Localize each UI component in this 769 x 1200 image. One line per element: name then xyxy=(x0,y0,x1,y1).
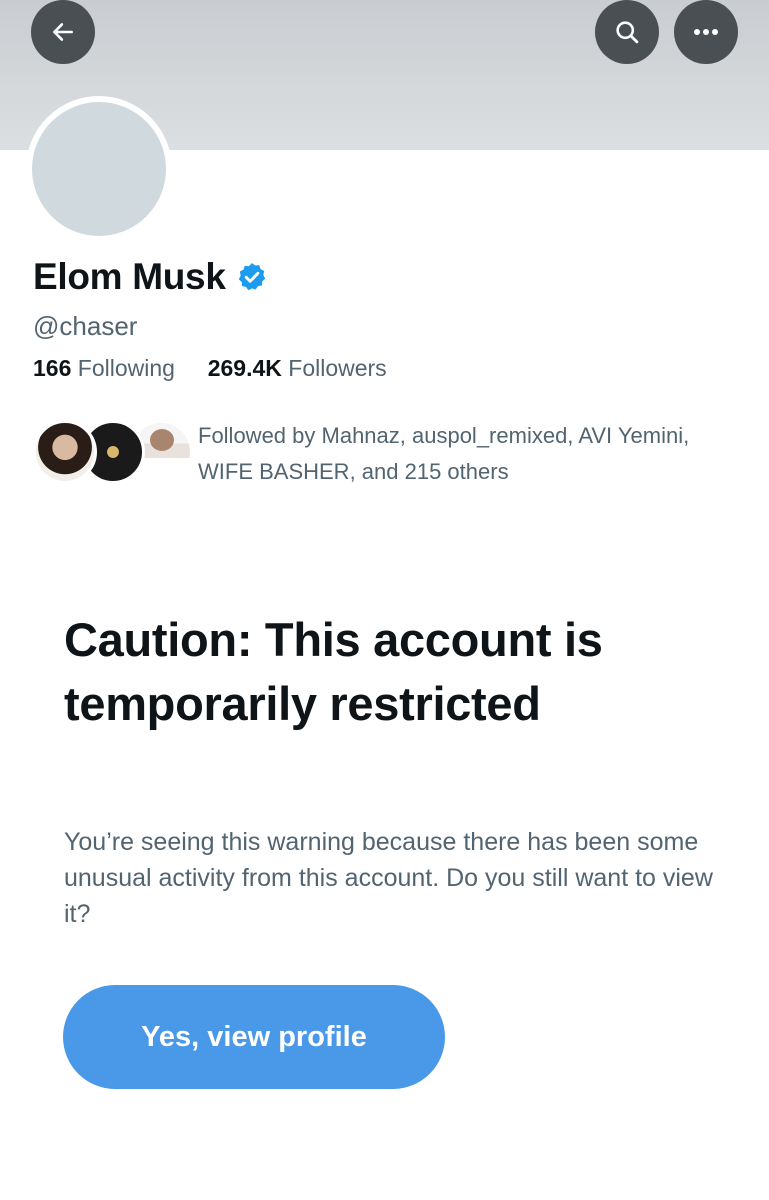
arrow-left-icon xyxy=(53,23,73,41)
following-link[interactable]: 166 Following xyxy=(33,355,181,381)
profile-handle: @chaser xyxy=(33,311,138,341)
name-row: Elom Musk xyxy=(33,256,268,298)
followed-by-row[interactable]: Followed by Mahnaz, auspol_remixed, AVI … xyxy=(33,418,733,488)
followers-count: 269.4K xyxy=(207,355,282,381)
more-button[interactable] xyxy=(674,0,738,64)
display-name: Elom Musk xyxy=(33,256,226,297)
warning-body: You’re seeing this warning because there… xyxy=(64,828,713,928)
follower-avatar xyxy=(33,420,97,484)
profile-avatar[interactable] xyxy=(26,96,172,242)
following-label: Following xyxy=(77,355,175,381)
followers-label: Followers xyxy=(288,355,387,381)
more-horizontal-icon xyxy=(694,29,718,35)
follow-stats: 166 Following 269.4K Followers xyxy=(33,355,387,382)
warning-title: Caution: This account is temporarily res… xyxy=(64,613,603,730)
back-button[interactable] xyxy=(31,0,95,64)
search-icon xyxy=(616,21,639,44)
verified-badge-icon xyxy=(238,263,265,291)
followers-link[interactable]: 269.4K Followers xyxy=(208,355,387,381)
following-count: 166 xyxy=(33,355,72,381)
followed-by-text: Followed by Mahnaz, auspol_remixed, AVI … xyxy=(198,423,690,484)
search-button[interactable] xyxy=(595,0,659,64)
view-profile-button[interactable]: Yes, view profile xyxy=(63,985,445,1089)
